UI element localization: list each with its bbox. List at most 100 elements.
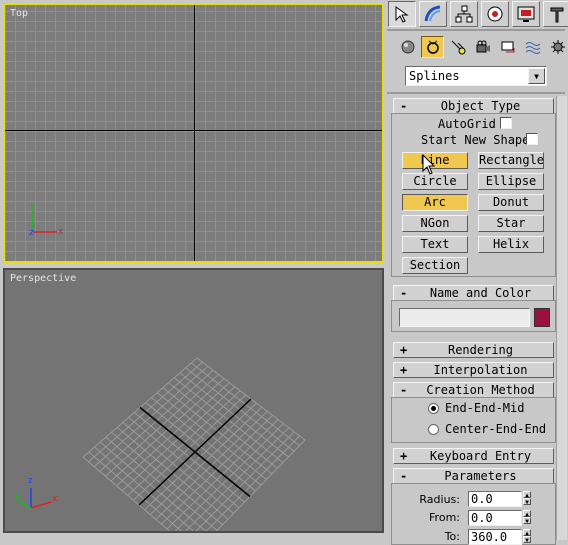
autogrid-label: AutoGrid (438, 117, 496, 131)
autogrid-checkbox[interactable] (500, 117, 512, 129)
create-icon (395, 6, 409, 23)
dropdown-separator (387, 92, 565, 94)
rectangle-button[interactable]: Rectangle (478, 152, 544, 169)
from-field[interactable]: 0.0 (468, 510, 522, 526)
tab-hierarchy[interactable] (450, 1, 478, 27)
cameras-icon (476, 40, 490, 53)
tripod-x-label: x (58, 227, 64, 237)
to-label: To: (444, 530, 460, 543)
tripod-y-label-persp: y (15, 492, 21, 502)
category-helpers[interactable] (496, 36, 519, 58)
end-end-mid-label: End-End-Mid (445, 401, 525, 415)
space-warps-icon (525, 42, 540, 54)
rollout-toggle-sign: - (400, 286, 408, 300)
ellipse-button[interactable]: Ellipse (478, 173, 544, 190)
rollout-toggle-sign: + (400, 363, 408, 377)
rollout-interpolation-header[interactable]: + Interpolation (393, 362, 554, 378)
tab-separator (387, 29, 565, 31)
mouse-cursor-icon (422, 154, 436, 175)
grid-line (94, 446, 195, 531)
section-button[interactable]: Section (402, 257, 468, 274)
rollout-toggle-sign: + (400, 343, 408, 357)
object-category-dropdown[interactable]: Splines ▼ (405, 66, 547, 86)
start-new-shape-checkbox[interactable] (526, 133, 538, 145)
rollout-title: Parameters (444, 469, 517, 483)
world-axis-line (138, 398, 252, 506)
rollout-title: Name and Color (429, 286, 532, 300)
category-systems[interactable] (546, 36, 568, 58)
tab-display[interactable] (512, 1, 540, 27)
tab-create[interactable] (388, 1, 416, 27)
object-name-field[interactable] (399, 308, 530, 327)
rollout-toggle-sign: - (400, 99, 408, 113)
text-button[interactable]: Text (402, 236, 468, 253)
rollout-keyboard-entry-header[interactable]: + Keyboard Entry (393, 448, 554, 464)
world-x-axis-line (5, 130, 382, 131)
axis-tripod: y x z (25, 201, 65, 241)
lights-icon (451, 40, 465, 55)
rollout-parameters-header[interactable]: - Parameters (393, 468, 554, 484)
star-button[interactable]: Star (478, 215, 544, 232)
tab-utilities[interactable] (543, 1, 568, 27)
rollout-toggle-sign: - (400, 383, 408, 397)
category-space-warps[interactable] (521, 36, 544, 58)
center-end-end-label: Center-End-End (445, 422, 547, 436)
tab-modify[interactable] (419, 1, 447, 27)
rollout-title: Rendering (447, 343, 514, 357)
start-new-shape-label: Start New Shape (421, 133, 530, 147)
category-cameras[interactable] (471, 36, 494, 58)
dropdown-value: Splines (409, 69, 460, 83)
shapes-icon (426, 40, 439, 54)
rollout-toggle-sign: + (400, 449, 408, 463)
radio-end-end-mid[interactable] (428, 403, 439, 414)
grid-line (88, 451, 183, 531)
rollout-title: Keyboard Entry (429, 449, 532, 463)
ngon-button[interactable]: NGon (402, 215, 468, 232)
command-panel-scrollbar[interactable] (556, 96, 567, 540)
chevron-down-icon[interactable]: ▼ (528, 68, 545, 84)
tab-motion[interactable] (481, 1, 509, 27)
radius-field[interactable]: 0.0 (468, 491, 522, 507)
systems-icon (550, 40, 565, 54)
grid-line (205, 435, 300, 531)
display-icon (517, 6, 535, 22)
tripod-x-label-persp: x (52, 494, 58, 504)
rollout-rendering-header[interactable]: + Rendering (393, 342, 554, 358)
tripod-y-label: y (30, 201, 36, 211)
command-panel: Splines ▼ - Object Type AutoGrid Start N… (386, 0, 568, 545)
utilities-icon (550, 7, 564, 23)
helix-button[interactable]: Helix (478, 236, 544, 253)
geometry-icon (401, 40, 414, 54)
from-spinner[interactable]: ▲ ▼ (523, 510, 531, 526)
object-color-swatch[interactable] (534, 308, 550, 327)
rollout-object-type-header[interactable]: - Object Type (393, 98, 554, 114)
perspective-viewport[interactable]: Perspective z y x (3, 268, 384, 533)
hierarchy-icon (455, 5, 473, 23)
tripod-z-label: z (29, 228, 34, 238)
rollout-name-and-color-header[interactable]: - Name and Color (393, 285, 554, 301)
category-shapes[interactable] (421, 36, 444, 58)
arc-button[interactable]: Arc (402, 194, 468, 211)
motion-icon (487, 6, 503, 22)
top-viewport[interactable]: Top y x z (3, 3, 384, 263)
modify-icon (424, 5, 441, 22)
radio-center-end-end[interactable] (428, 424, 439, 435)
rollout-title: Interpolation (433, 363, 528, 377)
viewport-label-top[interactable]: Top (10, 8, 28, 19)
command-panel-tabs (388, 1, 568, 28)
from-label: From: (429, 511, 460, 524)
create-category-buttons (396, 36, 568, 58)
donut-button[interactable]: Donut (478, 194, 544, 211)
radius-label: Radius: (419, 493, 460, 506)
category-lights[interactable] (446, 36, 469, 58)
category-geometry[interactable] (396, 36, 419, 58)
to-field[interactable]: 360.0 (468, 529, 522, 545)
axis-tripod-perspective: z y x (13, 476, 63, 520)
world-y-axis-line (194, 5, 195, 261)
to-spinner[interactable]: ▲ ▼ (523, 529, 531, 545)
rollout-creation-method-header[interactable]: - Creation Method (393, 382, 554, 398)
tripod-z-label-persp: z (28, 476, 33, 486)
helpers-icon (501, 41, 514, 53)
rollout-toggle-sign: - (400, 469, 408, 483)
radius-spinner[interactable]: ▲ ▼ (523, 491, 531, 507)
